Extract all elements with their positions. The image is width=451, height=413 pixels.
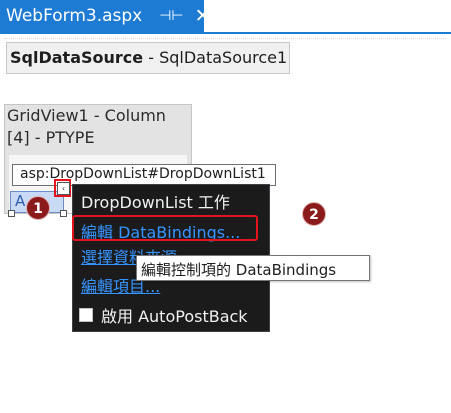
sqldatasource-control[interactable]: SqlDataSource - SqlDataSource1 <box>6 42 290 74</box>
dropdownlist-preview-text: A <box>15 192 26 210</box>
close-icon[interactable]: ✕ <box>195 5 211 27</box>
resize-handle[interactable] <box>60 210 67 217</box>
edit-databindings-highlight <box>72 215 258 241</box>
sqldatasource-name: SqlDataSource1 <box>159 48 288 67</box>
gridview-header-line1: GridView1 - Column <box>7 106 166 125</box>
document-tab-strip: WebForm3.aspx ⊣⊢ ✕ <box>0 0 451 34</box>
autopostback-option[interactable]: 啟用 AutoPostBack <box>79 303 248 327</box>
gridview-header: GridView1 - Column [4] - PTYPE <box>7 105 166 149</box>
gridview-header-line2: [4] - PTYPE <box>7 128 95 147</box>
tasks-panel-title: DropDownList 工作 <box>81 193 230 212</box>
step-badge-2: 2 <box>302 202 326 226</box>
step-badge-1: 1 <box>26 196 50 220</box>
tab-title[interactable]: WebForm3.aspx <box>6 6 142 26</box>
autopostback-checkbox[interactable] <box>79 308 93 322</box>
pin-icon[interactable]: ⊣⊢ <box>159 8 183 24</box>
sqldatasource-type: SqlDataSource <box>10 48 144 67</box>
document-tab[interactable]: WebForm3.aspx ⊣⊢ ✕ <box>0 0 211 32</box>
resize-handle[interactable] <box>8 210 15 217</box>
smart-tag-icon[interactable]: ‹ <box>57 182 70 195</box>
sqldatasource-separator: - <box>143 48 160 67</box>
autopostback-label[interactable]: 啟用 AutoPostBack <box>101 303 248 327</box>
edit-databindings-tooltip: 編輯控制項的 DataBindings <box>136 255 370 281</box>
design-surface-guide <box>4 38 446 39</box>
tab-underline <box>0 32 451 34</box>
control-tag-label: asp:DropDownList#DropDownList1 <box>12 164 276 186</box>
